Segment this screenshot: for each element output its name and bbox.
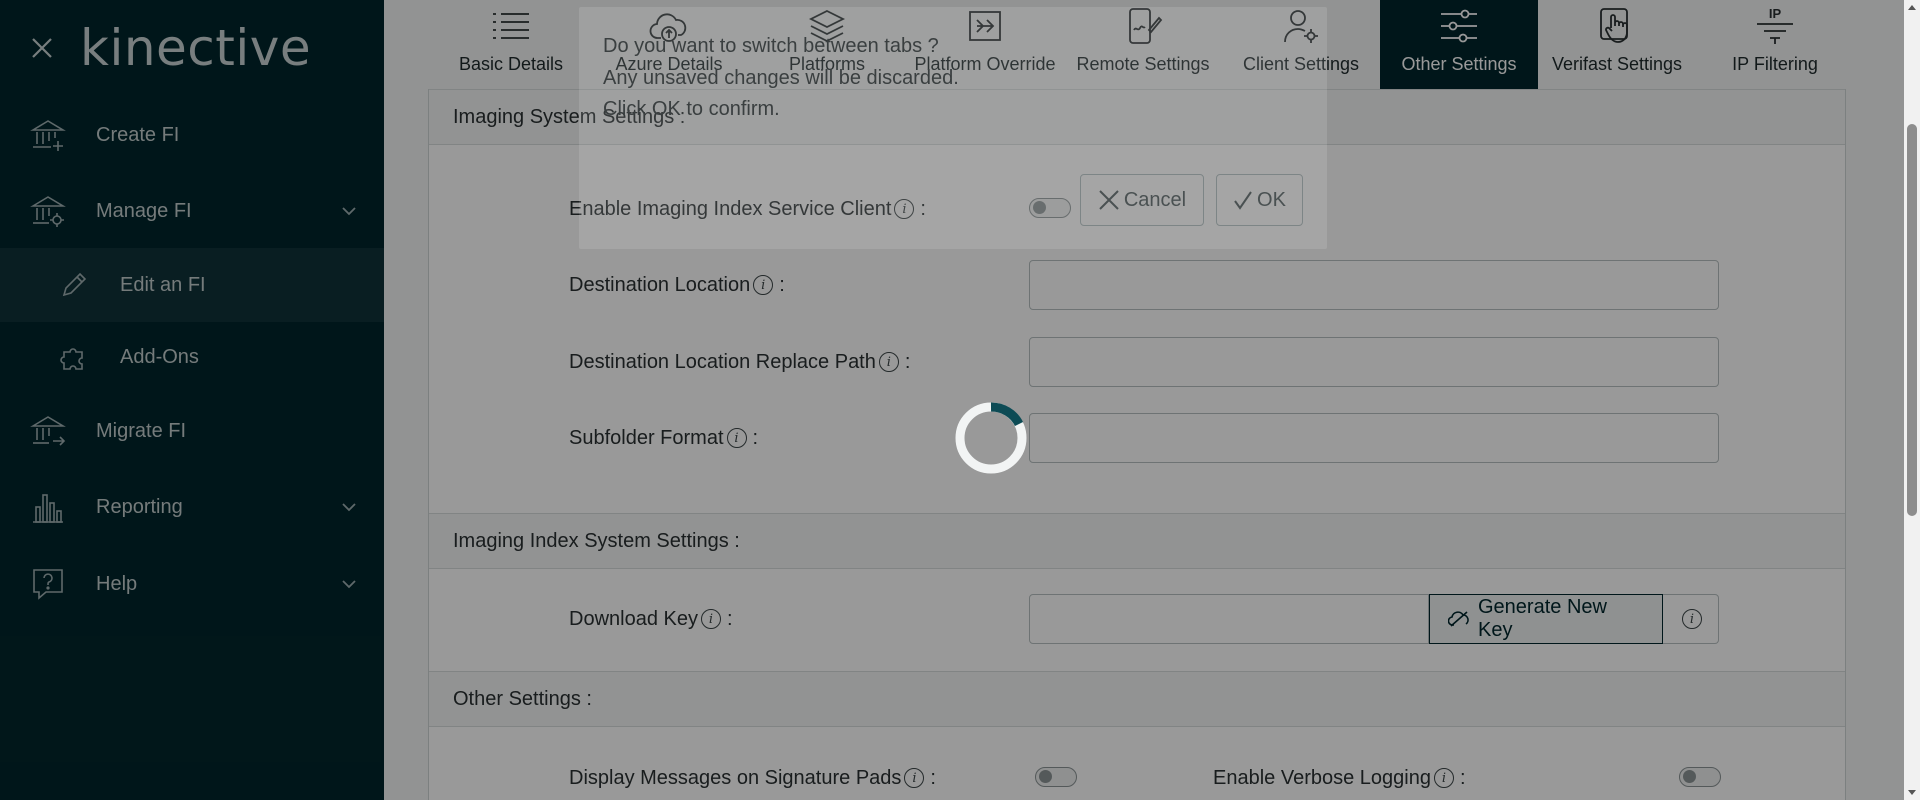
page-scrollbar[interactable] bbox=[1904, 0, 1920, 800]
modal-overlay[interactable]: Do you want to switch between tabs ? Any… bbox=[0, 0, 1904, 800]
scroll-up-arrow[interactable] bbox=[1908, 5, 1916, 10]
cancel-button[interactable]: Cancel bbox=[1080, 174, 1204, 226]
dialog-message-line: Click OK to confirm. bbox=[603, 98, 780, 120]
check-icon bbox=[1233, 189, 1253, 211]
confirm-switch-tabs-dialog: Do you want to switch between tabs ? Any… bbox=[579, 7, 1327, 249]
button-label: Cancel bbox=[1123, 188, 1187, 211]
scroll-thumb[interactable] bbox=[1907, 124, 1917, 516]
close-icon bbox=[1098, 189, 1120, 211]
scroll-down-arrow[interactable] bbox=[1908, 790, 1916, 795]
ok-button[interactable]: OK bbox=[1216, 174, 1303, 226]
button-label: OK bbox=[1257, 188, 1286, 211]
dialog-message-line: Do you want to switch between tabs ? bbox=[603, 35, 939, 57]
loading-spinner bbox=[955, 402, 1027, 474]
dialog-message-line: Any unsaved changes will be discarded. bbox=[603, 67, 959, 89]
